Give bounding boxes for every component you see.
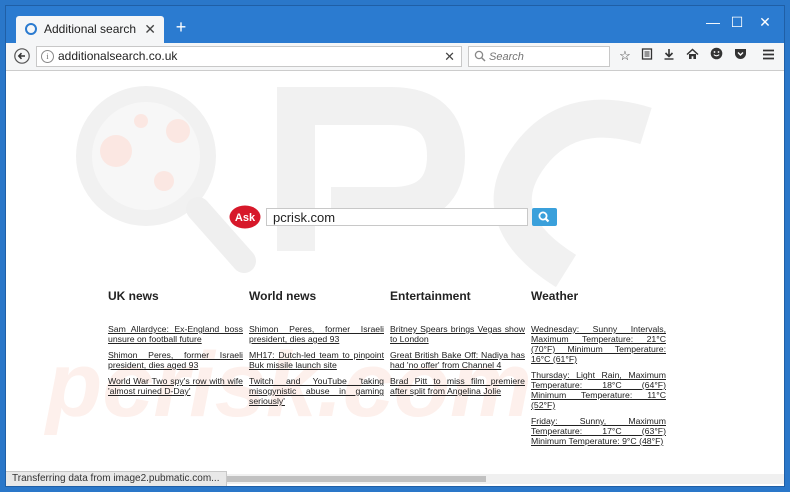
status-bar: Transferring data from image2.pubmatic.c… (6, 471, 227, 486)
info-icon[interactable]: i (41, 50, 54, 63)
smiley-feedback-icon[interactable] (707, 47, 725, 65)
ask-logo[interactable]: Ask (229, 205, 261, 229)
uk-news-link[interactable]: World War Two spy's row with wife 'almos… (108, 376, 243, 396)
world-news-link[interactable]: Twitch and YouTube 'taking misogynistic … (249, 376, 384, 406)
new-tab-button[interactable]: + (170, 16, 192, 38)
weather-heading: Weather (531, 289, 579, 303)
pcrisk-watermark: pcrisk.com (43, 86, 652, 436)
weather-link[interactable]: Thursday: Light Rain, Maximum Temperatur… (531, 370, 666, 410)
loading-icon (25, 23, 37, 35)
page-content: pcrisk.com Ask UK news Sam Allardyce: Ex… (6, 71, 784, 474)
uk-news-column: UK news Sam Allardyce: Ex-England boss u… (108, 289, 243, 402)
close-button[interactable]: ✕ (752, 12, 778, 32)
search-icon (474, 50, 486, 62)
back-arrow-icon (14, 48, 30, 64)
entertainment-heading: Entertainment (390, 289, 471, 303)
world-news-link[interactable]: Shimon Peres, former Israeli president, … (249, 324, 384, 344)
magnifier-icon (538, 211, 550, 223)
back-button[interactable] (12, 46, 32, 66)
world-news-link[interactable]: MH17: Dutch-led team to pinpoint Buk mis… (249, 350, 384, 370)
minimize-button[interactable]: — (700, 12, 726, 32)
pocket-icon[interactable] (731, 47, 749, 65)
clear-url-icon[interactable]: ✕ (444, 47, 455, 66)
navigation-toolbar: i additionalsearch.co.uk ✕ ☆ (6, 43, 784, 71)
reading-list-icon[interactable] (638, 47, 656, 65)
entertainment-link[interactable]: Brad Pitt to miss film premiere after sp… (390, 376, 525, 396)
browser-search-input[interactable] (489, 49, 599, 64)
ask-search-button[interactable] (532, 208, 557, 226)
browser-search-box[interactable] (468, 46, 610, 67)
entertainment-column: Entertainment Britney Spears brings Vega… (390, 289, 525, 402)
home-icon[interactable] (683, 47, 701, 65)
url-bar[interactable]: i additionalsearch.co.uk ✕ (36, 46, 462, 67)
maximize-button[interactable]: ☐ (724, 12, 750, 32)
world-news-column: World news Shimon Peres, former Israeli … (249, 289, 384, 412)
weather-column: Weather Wednesday: Sunny Intervals, Maxi… (531, 289, 666, 452)
uk-news-link[interactable]: Shimon Peres, former Israeli president, … (108, 350, 243, 370)
ask-search-input[interactable] (266, 208, 528, 226)
bookmark-star-icon[interactable]: ☆ (616, 47, 634, 65)
uk-news-link[interactable]: Sam Allardyce: Ex-England boss unsure on… (108, 324, 243, 344)
menu-icon[interactable] (759, 47, 777, 65)
weather-link[interactable]: Wednesday: Sunny Intervals, Maximum Temp… (531, 324, 666, 364)
url-text[interactable]: additionalsearch.co.uk (58, 47, 177, 66)
horizontal-scrollbar[interactable] (216, 474, 784, 484)
tab-additional-search[interactable]: Additional search ✕ (16, 16, 164, 43)
ask-logo-text: Ask (235, 212, 256, 224)
browser-window: Additional search ✕ + — ☐ ✕ i additional… (5, 5, 785, 487)
weather-link[interactable]: Friday: Sunny, Maximum Temperature: 17°C… (531, 416, 666, 446)
world-news-heading: World news (249, 289, 317, 303)
tab-title: Additional search (44, 22, 137, 36)
entertainment-link[interactable]: Britney Spears brings Vegas show to Lond… (390, 324, 525, 344)
title-bar: Additional search ✕ + — ☐ ✕ (6, 6, 784, 43)
scrollbar-thumb[interactable] (226, 476, 486, 482)
tab-close-icon[interactable]: ✕ (144, 16, 156, 43)
uk-news-heading: UK news (108, 289, 159, 303)
entertainment-link[interactable]: Great British Bake Off: Nadiya has had '… (390, 350, 525, 370)
download-icon[interactable] (660, 47, 678, 65)
